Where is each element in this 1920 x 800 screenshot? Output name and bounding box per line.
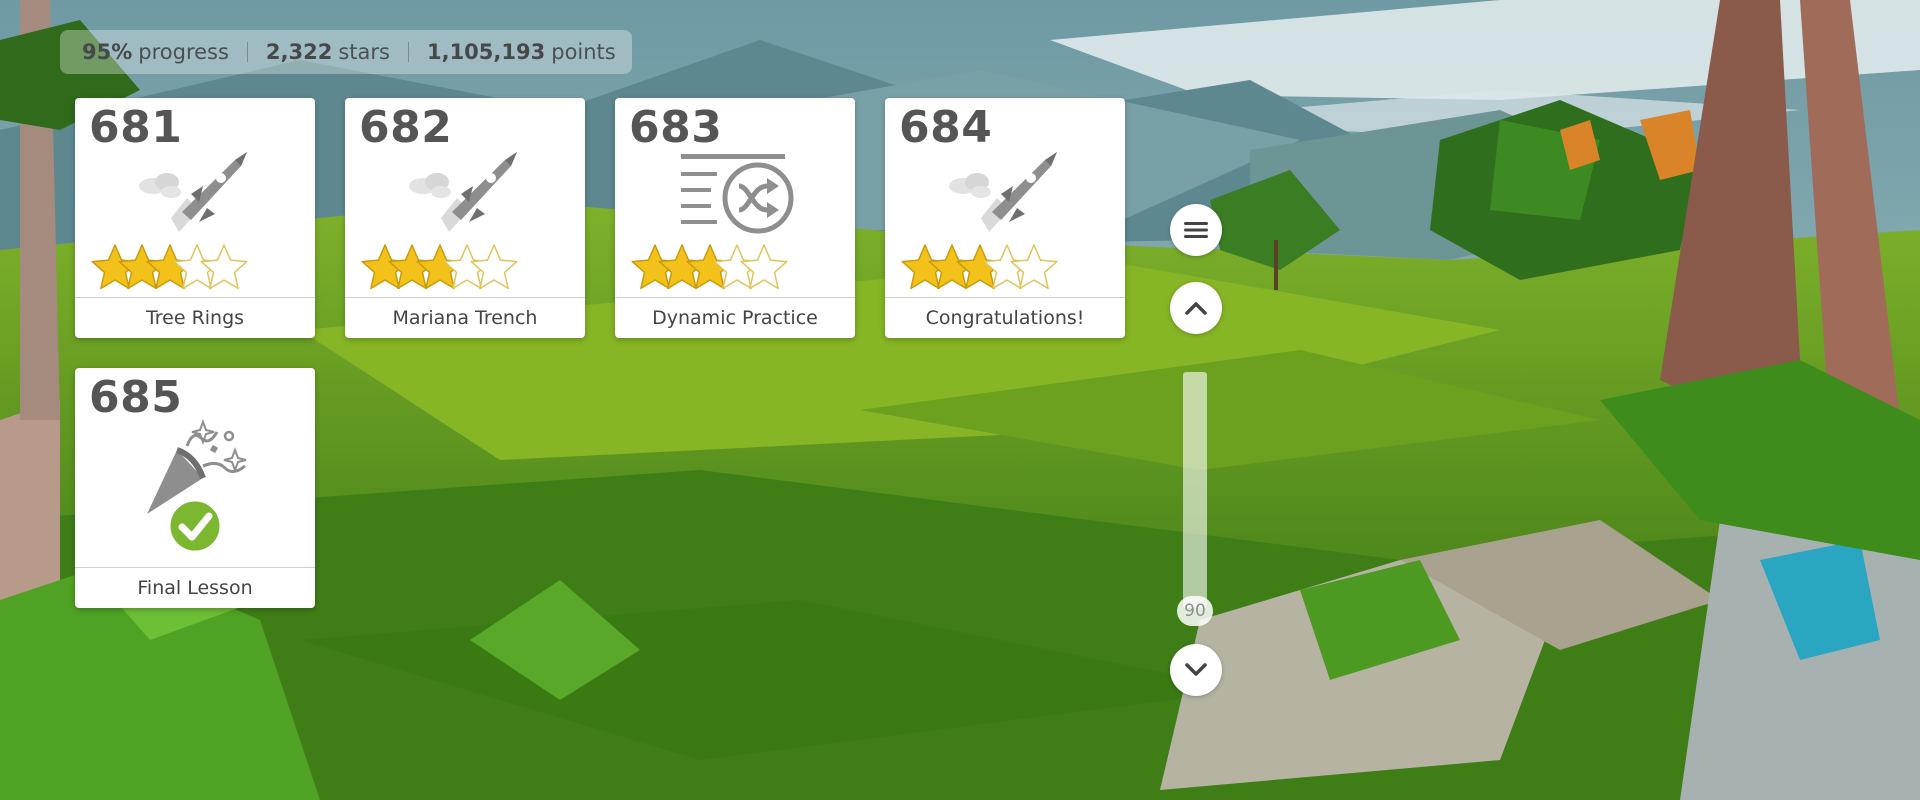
progress-label: progress bbox=[138, 40, 229, 64]
stars-value: 2,322 bbox=[265, 40, 333, 64]
points-value: 1,105,193 bbox=[426, 40, 546, 64]
lesson-title: Dynamic Practice bbox=[615, 297, 855, 338]
lesson-title: Tree Rings bbox=[75, 297, 315, 338]
lesson-tile[interactable]: 684 Congratulations! bbox=[885, 98, 1125, 338]
completed-check-icon bbox=[167, 498, 223, 554]
star-rating bbox=[361, 244, 518, 290]
rocket-icon bbox=[409, 152, 517, 232]
rocket-icon bbox=[139, 152, 247, 232]
scroll-up-button[interactable] bbox=[1170, 282, 1222, 334]
rocket-icon bbox=[75, 146, 315, 294]
stats-divider bbox=[407, 42, 409, 62]
lesson-tile[interactable]: 681 Tree Rings bbox=[75, 98, 315, 338]
stars-label: stars bbox=[338, 40, 390, 64]
menu-icon bbox=[1184, 222, 1208, 238]
rocket-icon bbox=[885, 146, 1125, 294]
shuffle-practice-icon bbox=[681, 154, 794, 234]
lesson-tile[interactable]: 683 Dynamic Practice bbox=[615, 98, 855, 338]
points-label: points bbox=[551, 40, 616, 64]
menu-button[interactable] bbox=[1170, 204, 1222, 256]
rocket-icon bbox=[345, 146, 585, 294]
lesson-title: Mariana Trench bbox=[345, 297, 585, 338]
star-rating bbox=[91, 244, 248, 290]
stats-divider bbox=[246, 42, 248, 62]
scroll-down-button[interactable] bbox=[1170, 644, 1222, 696]
scroll-thumb[interactable]: 90 bbox=[1177, 596, 1213, 626]
progress-stats-bar: 95% progress 2,322 stars 1,105,193 point… bbox=[60, 30, 632, 74]
lesson-title: Final Lesson bbox=[75, 567, 315, 608]
party-popper-icon bbox=[75, 416, 315, 564]
lesson-tile[interactable]: 682 Mariana Trench bbox=[345, 98, 585, 338]
chevron-down-icon bbox=[1185, 663, 1207, 676]
chevron-up-icon bbox=[1185, 302, 1207, 315]
star-rating bbox=[901, 244, 1058, 290]
rocket-icon bbox=[949, 152, 1057, 232]
lesson-title: Congratulations! bbox=[885, 297, 1125, 338]
scroll-track[interactable] bbox=[1183, 372, 1207, 608]
progress-value: 95% bbox=[82, 40, 133, 64]
star-rating bbox=[631, 244, 788, 290]
lesson-tile[interactable]: 685 Final Lesson bbox=[75, 368, 315, 608]
shuffle-practice-icon bbox=[615, 146, 855, 294]
